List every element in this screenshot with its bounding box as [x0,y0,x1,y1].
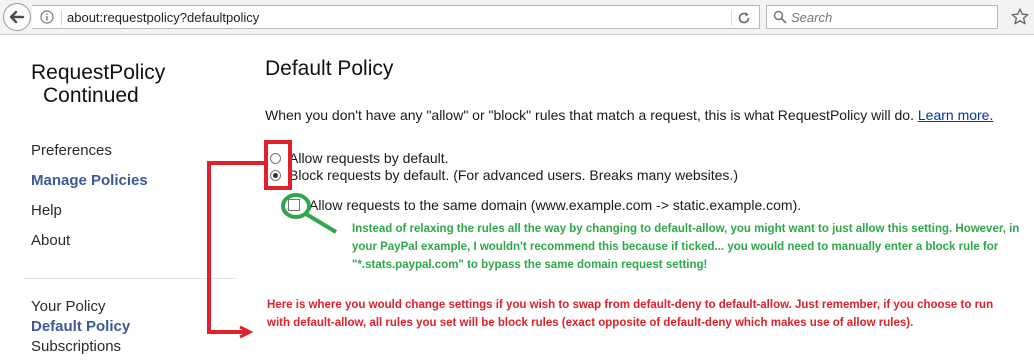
red-annotation-note: Here is where you would change settings … [267,299,994,329]
radio-highlight-box [264,140,292,190]
checkbox-highlight-circle [281,193,311,219]
green-connector-line [304,212,338,234]
red-connector-line [207,161,266,334]
green-annotation-note: Instead of relaxing the rules all the wa… [352,223,1020,271]
